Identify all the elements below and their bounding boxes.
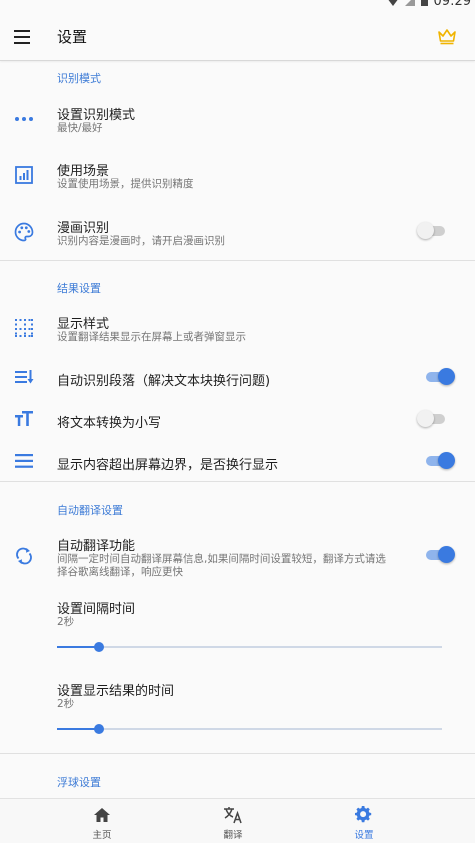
bottom-navigation: 主页 翻译 设置 <box>0 798 475 843</box>
setting-title: 显示内容超出屏幕边界，是否换行显示 <box>57 458 279 473</box>
home-icon <box>92 806 112 824</box>
section-header-recognition: 识别模式 <box>57 72 101 85</box>
setting-title: 将文本转换为小写 <box>57 416 162 431</box>
translate-icon <box>223 806 243 824</box>
lowercase-toggle[interactable] <box>417 409 447 429</box>
interval-slider[interactable] <box>57 641 442 653</box>
battery-icon <box>420 0 428 9</box>
setting-value: 2秒 <box>57 698 75 710</box>
grid-dots-icon <box>13 317 35 339</box>
bar-chart-icon <box>13 164 35 186</box>
section-header-result: 结果设置 <box>57 282 101 295</box>
status-bar: 09:29 <box>0 0 475 14</box>
auto-translate-toggle[interactable] <box>424 545 455 565</box>
slider-handle[interactable] <box>94 642 105 652</box>
nav-translate[interactable]: 翻译 <box>173 799 293 843</box>
gear-icon <box>354 806 374 824</box>
setting-subtitle-line1: 间隔一定时间自动翻译屏幕信息,如果间隔时间设置较短，翻译方式请选 <box>57 553 386 565</box>
auto-paragraph-toggle[interactable] <box>424 367 455 387</box>
wrap-lines-icon <box>13 450 35 472</box>
sync-icon <box>13 545 35 567</box>
setting-subtitle-line2: 择谷歌离线翻译，响应更快 <box>57 566 183 578</box>
palette-icon <box>13 221 35 243</box>
page-title: 设置 <box>57 28 88 46</box>
divider <box>0 481 475 482</box>
crown-icon[interactable] <box>437 26 457 46</box>
app-bar: 设置 <box>0 14 475 61</box>
result-time-slider[interactable] <box>57 723 442 735</box>
setting-title: 设置显示结果的时间 <box>57 684 175 699</box>
section-header-float-ball: 浮球设置 <box>57 776 101 789</box>
divider <box>0 753 475 754</box>
text-size-icon <box>13 408 35 430</box>
status-icons: 09:29 <box>387 0 471 9</box>
settings-list[interactable]: 识别模式 设置识别模式 最快/最好 使用场景 设置使用场景，提供识别精度 漫画识… <box>0 61 475 798</box>
nav-label: 设置 <box>354 830 374 841</box>
nav-label: 主页 <box>92 830 112 841</box>
nav-home[interactable]: 主页 <box>42 799 162 843</box>
section-header-auto-translate: 自动翻译设置 <box>57 504 123 517</box>
more-dots-icon <box>13 108 35 130</box>
menu-icon[interactable] <box>14 30 30 44</box>
slider-handle[interactable] <box>94 724 105 734</box>
paragraph-icon <box>13 366 35 388</box>
wifi-icon <box>387 0 399 9</box>
setting-subtitle: 设置翻译结果显示在屏幕上或者弹窗显示 <box>57 331 246 343</box>
signal-icon <box>404 0 415 9</box>
setting-subtitle: 识别内容是漫画时，请开启漫画识别 <box>57 235 225 247</box>
nav-label: 翻译 <box>223 830 243 841</box>
nav-settings[interactable]: 设置 <box>304 799 424 843</box>
comic-recognition-toggle[interactable] <box>417 221 447 241</box>
status-time: 09:29 <box>433 0 471 9</box>
setting-subtitle: 设置使用场景，提供识别精度 <box>57 178 194 190</box>
divider <box>0 260 475 261</box>
setting-subtitle: 最快/最好 <box>57 122 103 134</box>
setting-value: 2秒 <box>57 616 75 628</box>
setting-title: 自动识别段落（解决文本块换行问题) <box>57 374 271 389</box>
wrap-lines-toggle[interactable] <box>424 451 455 471</box>
